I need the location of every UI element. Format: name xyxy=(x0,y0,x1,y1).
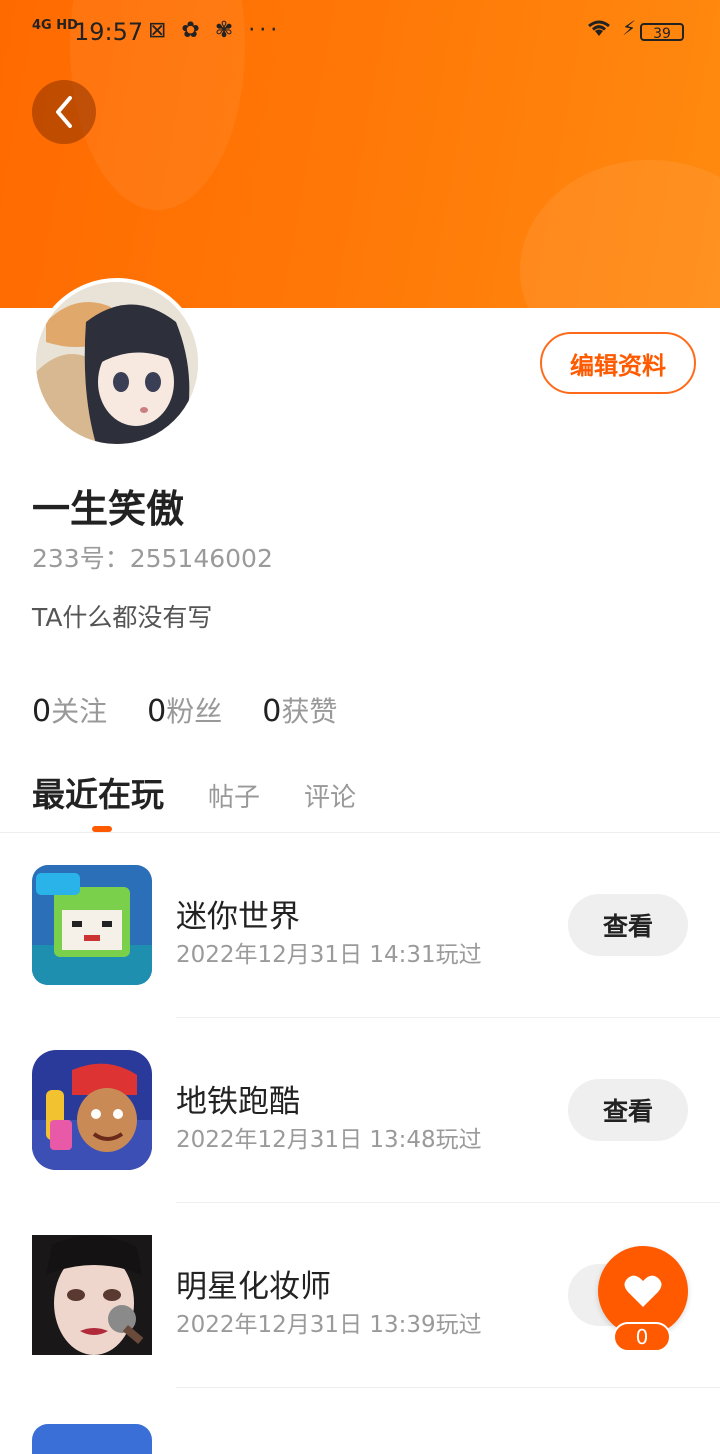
chevron-left-icon xyxy=(56,96,72,128)
game-list-item[interactable]: 地铁跑酷 2022年12月31日 13:48玩过 查看 xyxy=(0,1018,720,1203)
header-decoration xyxy=(520,160,720,308)
game-icon-partial xyxy=(32,1424,152,1454)
status-bar: 4G HD 19:57 ⊠ ✿ ✾ ··· ⚡ 39 xyxy=(0,0,720,64)
makeup-artist-icon xyxy=(32,1235,152,1355)
view-game-button[interactable]: 查看 xyxy=(568,894,688,956)
battery-indicator: 39 xyxy=(640,23,684,42)
profile-tabs: 最近在玩 帖子 评论 xyxy=(32,768,400,832)
stat-count: 0 xyxy=(147,694,167,729)
stat-count: 0 xyxy=(262,694,282,729)
status-time: 19:57 xyxy=(74,18,144,46)
game-played-time: 2022年12月31日 13:48玩过 xyxy=(176,1127,482,1153)
network-indicator: 4G HD xyxy=(32,18,78,33)
stat-label: 获赞 xyxy=(281,695,338,728)
game-played-time: 2022年12月31日 13:39玩过 xyxy=(176,1312,482,1338)
tab-recent-played[interactable]: 最近在玩 xyxy=(32,768,164,816)
user-id: 233号：255146002 xyxy=(32,544,273,573)
mini-world-icon xyxy=(32,865,152,985)
divider xyxy=(176,1387,720,1388)
game-name: 地铁跑酷 xyxy=(176,1084,300,1120)
stat-likes[interactable]: 0获赞 xyxy=(262,690,337,730)
game-name: 明星化妆师 xyxy=(176,1269,331,1305)
like-count-badge: 0 xyxy=(613,1322,671,1352)
game-name: 迷你世界 xyxy=(176,899,300,935)
user-bio: TA什么都没有写 xyxy=(32,603,213,632)
game-list-item[interactable]: 迷你世界 2022年12月31日 14:31玩过 查看 xyxy=(0,833,720,1018)
heart-icon xyxy=(624,1275,662,1307)
stat-label: 粉丝 xyxy=(166,695,223,728)
stat-fans[interactable]: 0粉丝 xyxy=(147,690,222,730)
game-played-time: 2022年12月31日 14:31玩过 xyxy=(176,942,482,968)
notification-icons: ⊠ ✿ ✾ ··· xyxy=(148,18,282,43)
back-button[interactable] xyxy=(32,80,96,144)
stat-count: 0 xyxy=(32,694,52,729)
view-game-button[interactable]: 查看 xyxy=(568,1079,688,1141)
username: 一生笑傲 xyxy=(32,487,185,531)
stat-label: 关注 xyxy=(51,695,108,728)
avatar-image xyxy=(36,282,198,444)
wifi-icon xyxy=(584,16,614,44)
avatar[interactable] xyxy=(32,278,202,448)
subway-surfers-icon xyxy=(32,1050,152,1170)
tab-comments[interactable]: 评论 xyxy=(304,777,356,814)
stat-following[interactable]: 0关注 xyxy=(32,690,107,730)
edit-profile-button[interactable]: 编辑资料 xyxy=(540,332,696,394)
charging-icon: ⚡ xyxy=(622,16,637,40)
tab-posts[interactable]: 帖子 xyxy=(208,777,260,814)
stats-row: 0关注 0粉丝 0获赞 xyxy=(32,690,377,730)
